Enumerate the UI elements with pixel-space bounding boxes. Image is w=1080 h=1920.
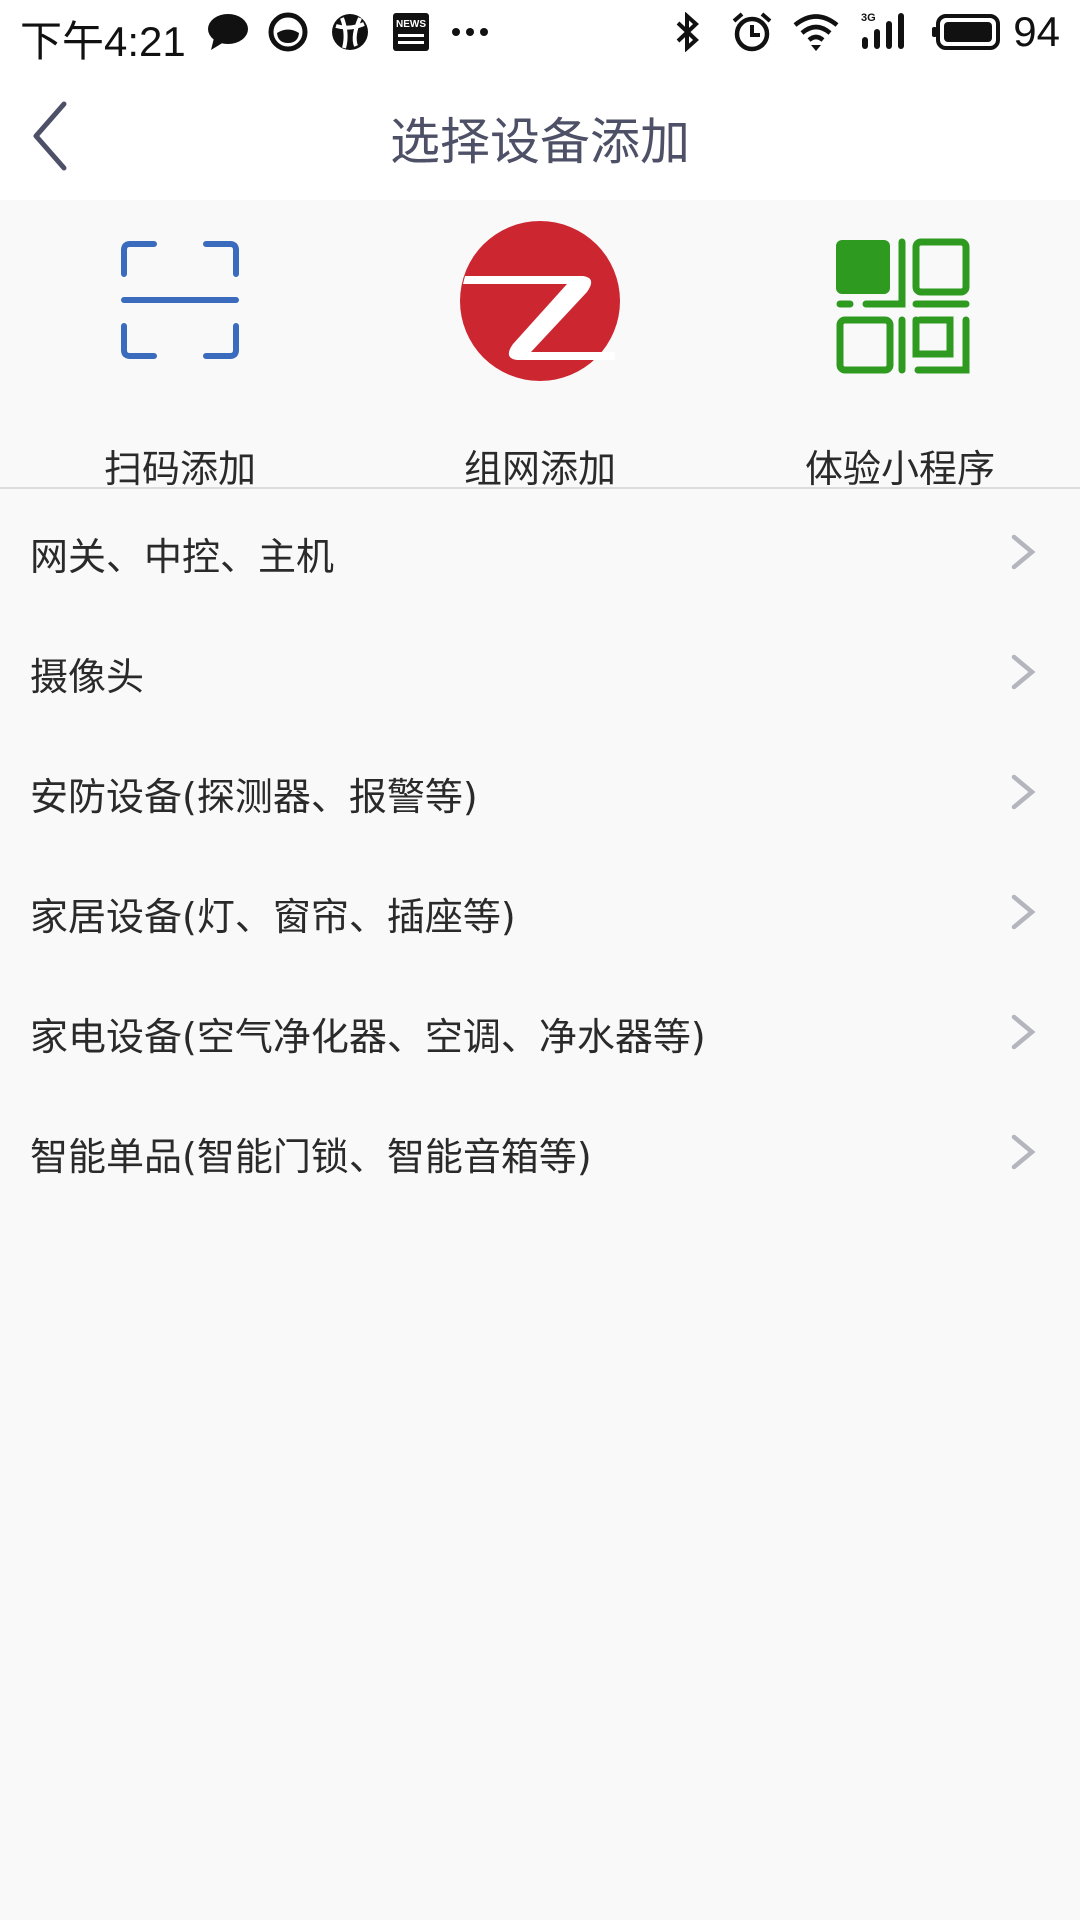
app-icon <box>268 12 308 52</box>
category-gateway[interactable]: 网关、中控、主机 <box>0 490 1080 610</box>
section-divider <box>0 487 1080 489</box>
category-label: 家电设备(空气净化器、空调、净水器等) <box>30 1015 706 1059</box>
chevron-right-icon <box>1011 1014 1036 1050</box>
category-label: 摄像头 <box>30 655 145 699</box>
network-add-button[interactable]: 组网添加 <box>410 221 670 491</box>
category-label: 安防设备(探测器、报警等) <box>30 775 478 819</box>
more-icon <box>450 12 494 52</box>
category-camera[interactable]: 摄像头 <box>0 610 1080 730</box>
category-home[interactable]: 家居设备(灯、窗帘、插座等) <box>0 850 1080 970</box>
scan-add-label: 扫码添加 <box>103 447 256 491</box>
quick-actions: 扫码添加 组网添加 体验小程序 <box>0 200 1080 491</box>
header: 选择设备添加 <box>0 66 1080 200</box>
page-title: 选择设备添加 <box>390 113 690 171</box>
mini-program-button[interactable]: 体验小程序 <box>770 230 1030 491</box>
scan-add-button[interactable]: 扫码添加 <box>50 230 310 491</box>
chevron-right-icon <box>1011 654 1036 690</box>
category-list: 网关、中控、主机 摄像头 安防设备(探测器、报警等) 家居设备(灯、窗帘、插座等… <box>0 490 1080 1210</box>
signal-3g-icon: 3G <box>860 12 912 52</box>
category-label: 网关、中控、主机 <box>30 535 335 579</box>
alarm-icon <box>730 12 774 52</box>
network-add-label: 组网添加 <box>463 447 616 491</box>
battery-level: 94 <box>1013 8 1060 55</box>
category-label: 家居设备(灯、窗帘、插座等) <box>30 895 516 939</box>
message-icon <box>206 12 250 52</box>
chevron-right-icon <box>1011 534 1036 570</box>
category-label: 智能单品(智能门锁、智能音箱等) <box>30 1135 592 1179</box>
category-smart-single[interactable]: 智能单品(智能门锁、智能音箱等) <box>0 1090 1080 1210</box>
category-appliance[interactable]: 家电设备(空气净化器、空调、净水器等) <box>0 970 1080 1090</box>
chevron-right-icon <box>1011 1134 1036 1170</box>
svg-text:NEWS: NEWS <box>396 19 426 30</box>
chevron-right-icon <box>1011 894 1036 930</box>
zigbee-icon <box>460 221 620 381</box>
news-icon: NEWS <box>392 12 430 52</box>
chevron-right-icon <box>1011 774 1036 810</box>
wifi-icon <box>792 12 840 52</box>
status-time: 下午4:21 <box>20 18 186 65</box>
status-bar: 下午4:21 NEWS 3G 94 <box>0 0 1080 66</box>
scan-icon <box>121 241 239 359</box>
svg-text:3G: 3G <box>861 12 876 24</box>
mini-program-label: 体验小程序 <box>804 447 995 491</box>
browser-icon <box>330 12 370 52</box>
qrcode-icon <box>836 238 970 374</box>
bluetooth-icon <box>672 12 702 52</box>
category-security[interactable]: 安防设备(探测器、报警等) <box>0 730 1080 850</box>
battery-icon <box>932 12 1000 52</box>
